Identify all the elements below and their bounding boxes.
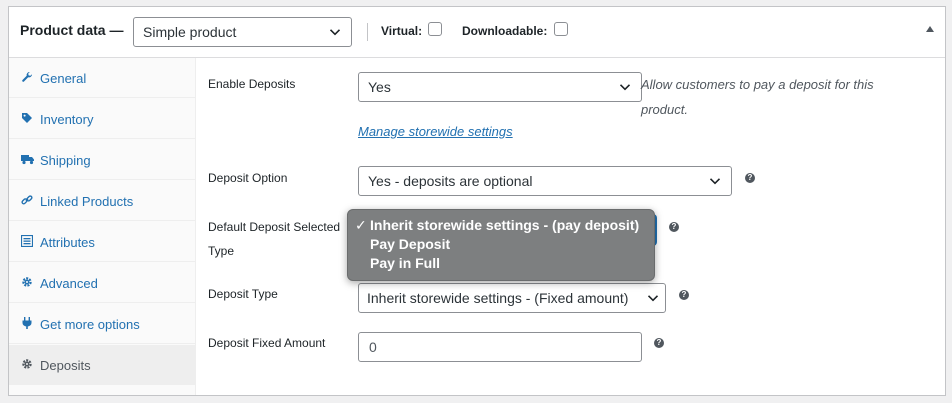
chevron-down-icon [619, 81, 631, 93]
deposit-fixed-amount-value: 0 [369, 339, 377, 355]
enable-deposits-description: Allow customers to pay a deposit for thi… [641, 77, 874, 117]
tab-general[interactable]: General [9, 58, 195, 98]
collapse-arrow-icon[interactable] [926, 26, 934, 32]
dropdown-option-label: Pay Deposit [370, 236, 451, 252]
product-type-value: Simple product [143, 24, 237, 40]
tab-label: Inventory [40, 112, 94, 127]
product-data-panel: Product data — Simple product Virtual: D… [8, 6, 946, 396]
gear-icon [21, 358, 33, 370]
gear-icon [21, 276, 33, 288]
default-deposit-type-label-line2: Type [208, 244, 235, 258]
tab-label: Attributes [40, 235, 95, 250]
dropdown-option-label: Inherit storewide settings - (pay deposi… [370, 217, 640, 233]
list-icon [20, 234, 34, 248]
help-icon[interactable]: ? [669, 222, 679, 232]
link-icon [21, 194, 33, 206]
default-deposit-type-dropdown: ✓ Inherit storewide settings - (pay depo… [347, 209, 655, 281]
tab-label: General [40, 71, 87, 86]
manage-storewide-settings-link[interactable]: Manage storewide settings [358, 124, 513, 139]
dropdown-option-label: Pay in Full [370, 255, 441, 271]
tab-get-more-options[interactable]: Get more options [9, 304, 195, 344]
tab-label: Get more options [40, 317, 140, 332]
chevron-down-icon [647, 292, 659, 304]
deposit-option-label: Deposit Option [208, 171, 288, 185]
enable-deposits-label: Enable Deposits [208, 77, 296, 91]
help-icon[interactable]: ? [745, 173, 755, 183]
panel-header: Product data — Simple product Virtual: D… [9, 7, 945, 58]
enable-deposits-select[interactable]: Yes [358, 72, 642, 102]
help-icon[interactable]: ? [654, 338, 664, 348]
deposit-type-label: Deposit Type [208, 287, 278, 301]
chevron-down-icon [709, 175, 721, 187]
plugin-icon [21, 317, 33, 329]
tab-attributes[interactable]: Attributes [9, 222, 195, 262]
truck-icon [21, 153, 34, 165]
deposit-option-value: Yes - deposits are optional [368, 173, 533, 189]
tab-advanced[interactable]: Advanced [9, 263, 195, 303]
virtual-label: Virtual: [381, 24, 423, 38]
tab-label: Deposits [40, 358, 91, 373]
product-type-select[interactable]: Simple product [133, 17, 352, 47]
tab-shipping[interactable]: Shipping [9, 140, 195, 180]
header-separator [367, 23, 368, 41]
deposit-fixed-amount-input[interactable]: 0 [358, 332, 642, 362]
virtual-checkbox[interactable] [428, 22, 442, 36]
tab-inventory[interactable]: Inventory [9, 99, 195, 139]
tab-label: Advanced [40, 276, 98, 291]
tag-icon [21, 112, 33, 124]
deposit-type-value: Inherit storewide settings - (Fixed amou… [367, 290, 629, 306]
product-data-tabs: General Inventory Shipping Linked Produc… [9, 58, 196, 395]
tab-deposits[interactable]: Deposits [9, 345, 195, 385]
deposit-type-select[interactable]: Inherit storewide settings - (Fixed amou… [358, 283, 666, 313]
downloadable-checkbox[interactable] [554, 22, 568, 36]
checkmark-icon: ✓ [355, 217, 367, 233]
tab-label: Linked Products [40, 194, 134, 209]
panel-title: Product data — [20, 22, 124, 38]
deposit-fixed-amount-label: Deposit Fixed Amount [208, 336, 326, 350]
chevron-down-icon [329, 26, 341, 38]
tab-linked-products[interactable]: Linked Products [9, 181, 195, 221]
help-icon[interactable]: ? [679, 290, 689, 300]
enable-deposits-value: Yes [368, 79, 391, 95]
default-deposit-type-label-line1: Default Deposit Selected [208, 220, 341, 234]
tab-label: Shipping [40, 153, 91, 168]
deposit-option-select[interactable]: Yes - deposits are optional [358, 166, 732, 196]
downloadable-label: Downloadable: [462, 24, 548, 38]
wrench-icon [21, 71, 33, 83]
